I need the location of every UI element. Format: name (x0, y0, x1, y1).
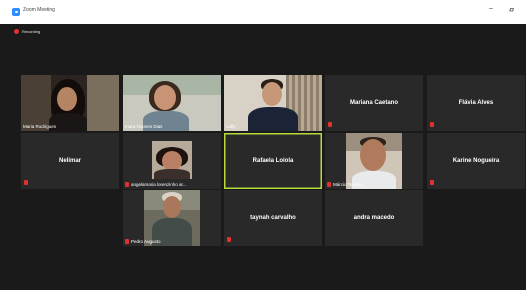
participant-tile[interactable]: Nelimar (21, 133, 119, 189)
recording-label: Recording (22, 29, 41, 34)
muted-mic-icon (328, 122, 332, 127)
participant-name: Nelimar (58, 158, 81, 164)
participant-tile[interactable]: taynah carvalho (224, 190, 322, 246)
minimize-button[interactable]: – (486, 5, 496, 12)
muted-mic-icon (125, 182, 129, 187)
participant-tile[interactable]: Maria Rodrigues (21, 75, 119, 131)
participant-name-label: Márcio Teixeira (327, 182, 363, 187)
participant-tile[interactable]: Lúffy (224, 75, 322, 131)
participant-photo (346, 133, 402, 189)
participant-tile[interactable]: Inara Tavares Dias (123, 75, 221, 131)
participant-name: Karine Nogueira (452, 158, 500, 164)
participant-photo (144, 190, 200, 246)
participant-name: Mariana Caetano (349, 100, 398, 106)
participant-name: andra macedo (353, 215, 395, 221)
participant-name: Flávia Alves (458, 100, 494, 106)
zoom-window: Zoom Meeting – ㅁ Recording Maria Rodrigu… (0, 0, 526, 290)
participant-video (123, 75, 221, 131)
muted-mic-icon (430, 122, 434, 127)
participant-name-label: angelamaria lorenzinho ar... (125, 182, 187, 187)
participant-name-label: Lúffy (226, 124, 236, 129)
muted-mic-icon (430, 180, 434, 185)
participant-tile[interactable]: Márcio Teixeira (325, 133, 423, 189)
participant-tile[interactable]: Karine Nogueira (427, 133, 525, 189)
title-bar: Zoom Meeting – ㅁ (0, 0, 526, 24)
participant-tile[interactable]: Flávia Alves (427, 75, 525, 131)
participant-name-label: Maria Rodrigues (23, 124, 57, 129)
participant-name-label: Inara Tavares Dias (125, 124, 163, 129)
participant-name: Rafaela Loiola (252, 158, 294, 164)
muted-mic-icon (125, 239, 129, 244)
participant-tile-active-speaker[interactable]: Rafaela Loiola (224, 133, 322, 189)
recording-dot-icon (14, 29, 19, 34)
participant-tile[interactable]: Mariana Caetano (325, 75, 423, 131)
window-title: Zoom Meeting (23, 7, 55, 13)
maximize-button[interactable]: ㅁ (506, 5, 516, 14)
participant-name: taynah carvalho (250, 215, 296, 221)
muted-mic-icon (227, 237, 231, 242)
muted-mic-icon (327, 182, 331, 187)
participant-tile[interactable]: andra macedo (325, 190, 423, 246)
muted-mic-icon (24, 180, 28, 185)
participant-photo (152, 141, 192, 179)
participant-name-label: Pedro Augusto (125, 239, 161, 244)
zoom-app-icon (12, 8, 20, 16)
participant-video (224, 75, 322, 131)
participant-tile[interactable]: Pedro Augusto (123, 190, 221, 246)
recording-indicator[interactable]: Recording (14, 29, 40, 34)
participant-tile[interactable]: angelamaria lorenzinho ar... (123, 133, 221, 189)
participant-video (21, 75, 119, 131)
